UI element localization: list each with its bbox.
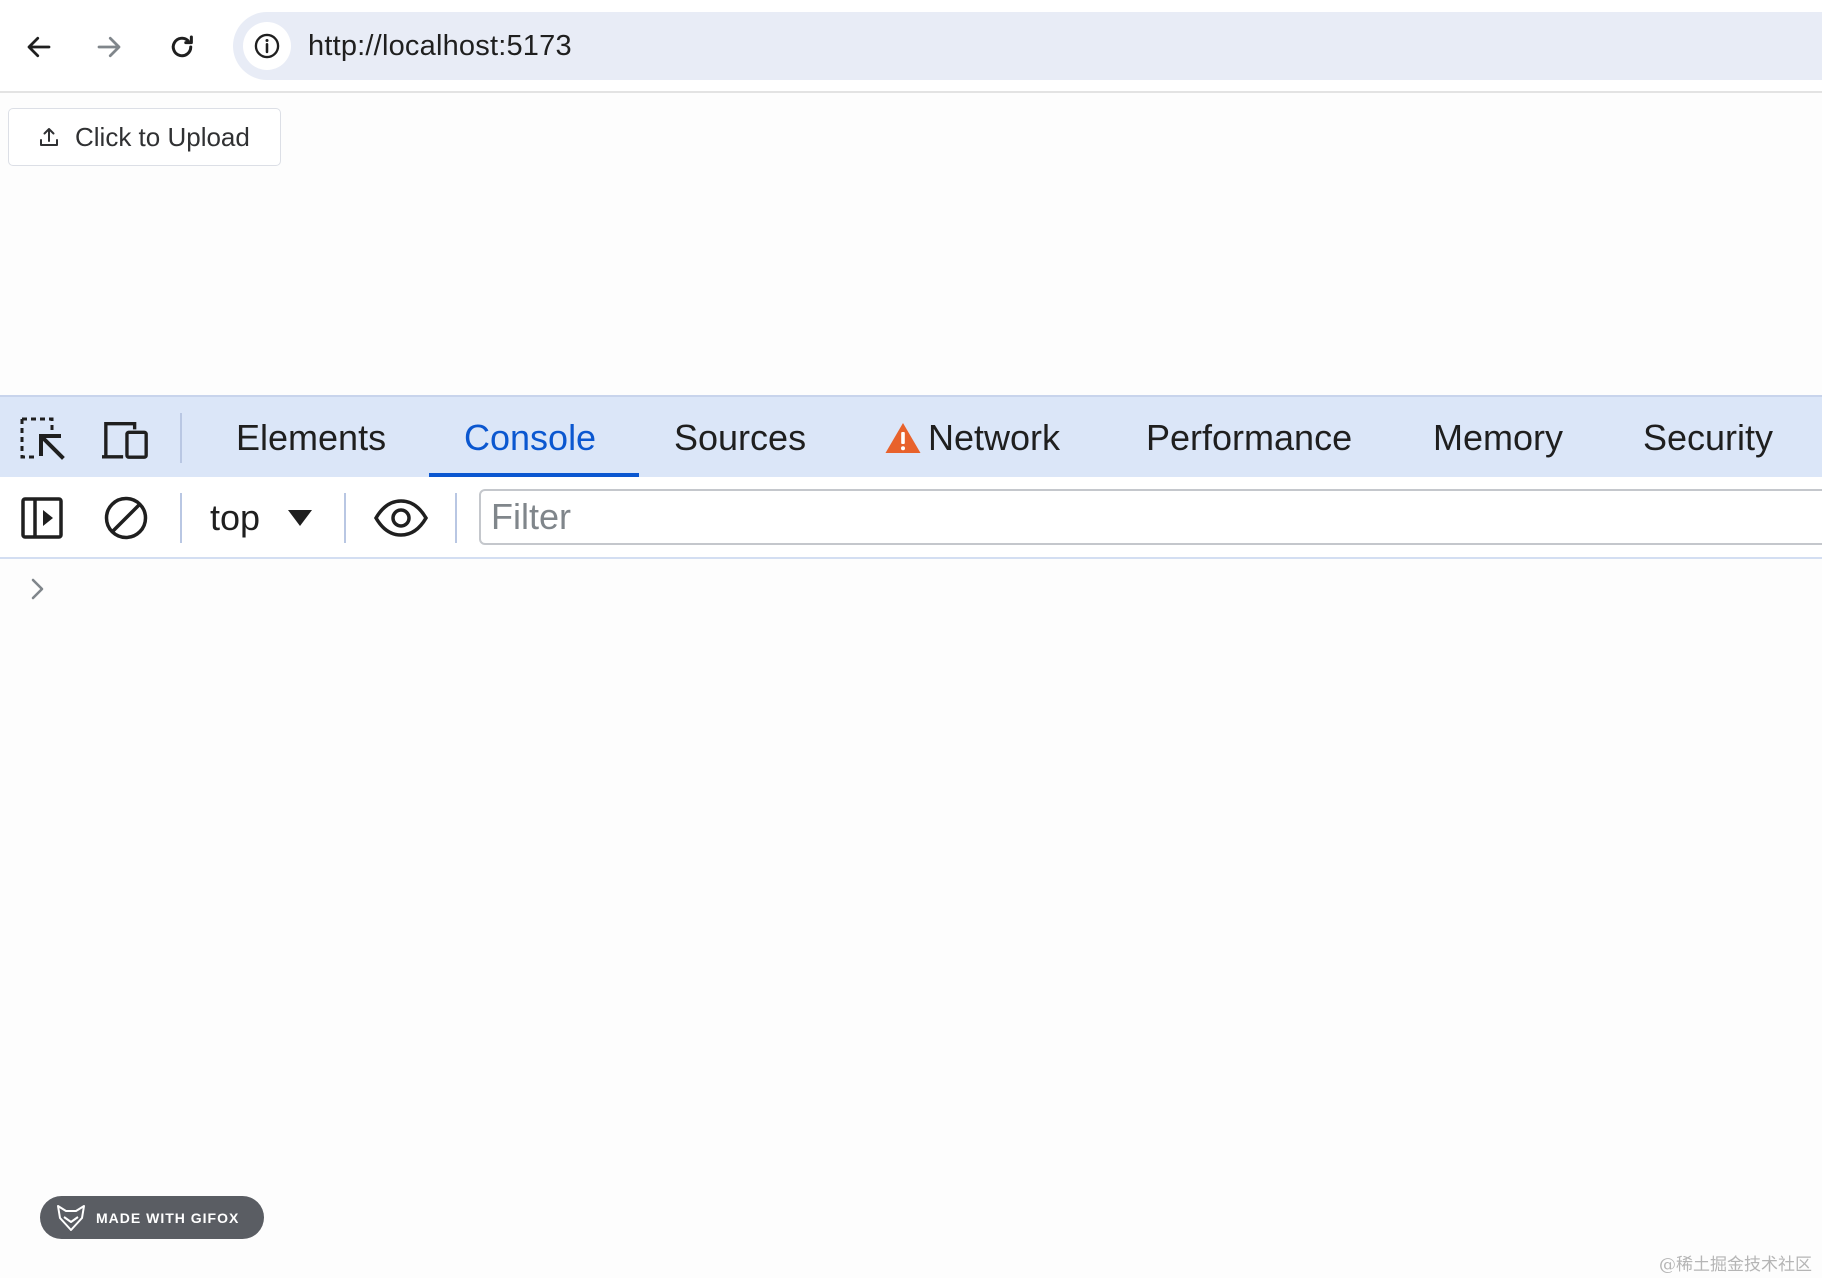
forward-arrow-icon <box>97 36 121 58</box>
back-button[interactable] <box>14 22 64 72</box>
upload-icon <box>40 128 58 146</box>
upload-button[interactable]: Click to Upload <box>8 108 281 166</box>
filter-input[interactable] <box>479 489 1822 545</box>
badge-label: MADE WITH GIFOX <box>96 1209 240 1226</box>
url-text[interactable]: http://localhost:5173 <box>308 30 572 63</box>
tab-elements[interactable]: Elements <box>236 397 386 479</box>
console-toolbar: top <box>0 477 1822 559</box>
tab-label: Sources <box>674 417 807 458</box>
tab-console[interactable]: Console <box>464 397 596 479</box>
inspect-element-icon <box>20 417 65 460</box>
sidebar-toggle-icon <box>21 497 63 539</box>
tab-label: Performance <box>1146 417 1353 458</box>
clear-console-icon <box>104 496 148 540</box>
upload-button-label: Click to Upload <box>75 121 250 152</box>
tab-label: Security <box>1643 417 1774 458</box>
show-sidebar-button[interactable] <box>18 494 66 542</box>
toolbar-divider <box>180 493 182 543</box>
tab-performance[interactable]: Performance <box>1146 397 1352 479</box>
reload-button[interactable] <box>157 22 207 72</box>
toolbar-divider <box>344 493 346 543</box>
browser-toolbar: http://localhost:5173 <box>0 0 1822 93</box>
info-icon <box>254 33 280 59</box>
inspect-element-button[interactable] <box>18 415 66 463</box>
eye-icon <box>373 499 429 537</box>
tab-memory[interactable]: Memory <box>1433 397 1563 479</box>
tab-network[interactable]: Network <box>884 397 1060 479</box>
toolbar-divider <box>455 493 457 543</box>
tab-security[interactable]: Security <box>1643 397 1773 479</box>
caret-down-icon <box>288 510 313 526</box>
context-selector[interactable]: top <box>210 477 313 559</box>
fox-logo-icon <box>57 1204 85 1231</box>
devtools-tab-bar: Elements Console Sources Network Perform… <box>0 395 1822 479</box>
device-toolbar-button[interactable] <box>102 415 150 463</box>
warning-icon <box>885 423 921 453</box>
address-bar[interactable]: http://localhost:5173 <box>233 12 1822 80</box>
tab-label: Elements <box>236 417 387 458</box>
console-prompt-chevron-icon <box>31 578 44 600</box>
tab-sources[interactable]: Sources <box>674 397 806 479</box>
tab-divider <box>180 413 182 463</box>
live-expression-button[interactable] <box>373 494 429 542</box>
gifox-badge: MADE WITH GIFOX <box>40 1196 264 1239</box>
context-selector-value: top <box>210 497 261 538</box>
back-arrow-icon <box>27 36 51 58</box>
forward-button[interactable] <box>84 22 134 72</box>
clear-console-button[interactable] <box>102 494 150 542</box>
device-toggle-icon <box>102 421 148 459</box>
tab-label: Memory <box>1433 417 1564 458</box>
tab-label: Console <box>464 417 597 458</box>
reload-icon <box>171 35 193 58</box>
watermark: @稀土掘金技术社区 <box>1659 1255 1812 1275</box>
site-info-button[interactable] <box>243 22 291 70</box>
tab-label: Network <box>928 417 1061 458</box>
